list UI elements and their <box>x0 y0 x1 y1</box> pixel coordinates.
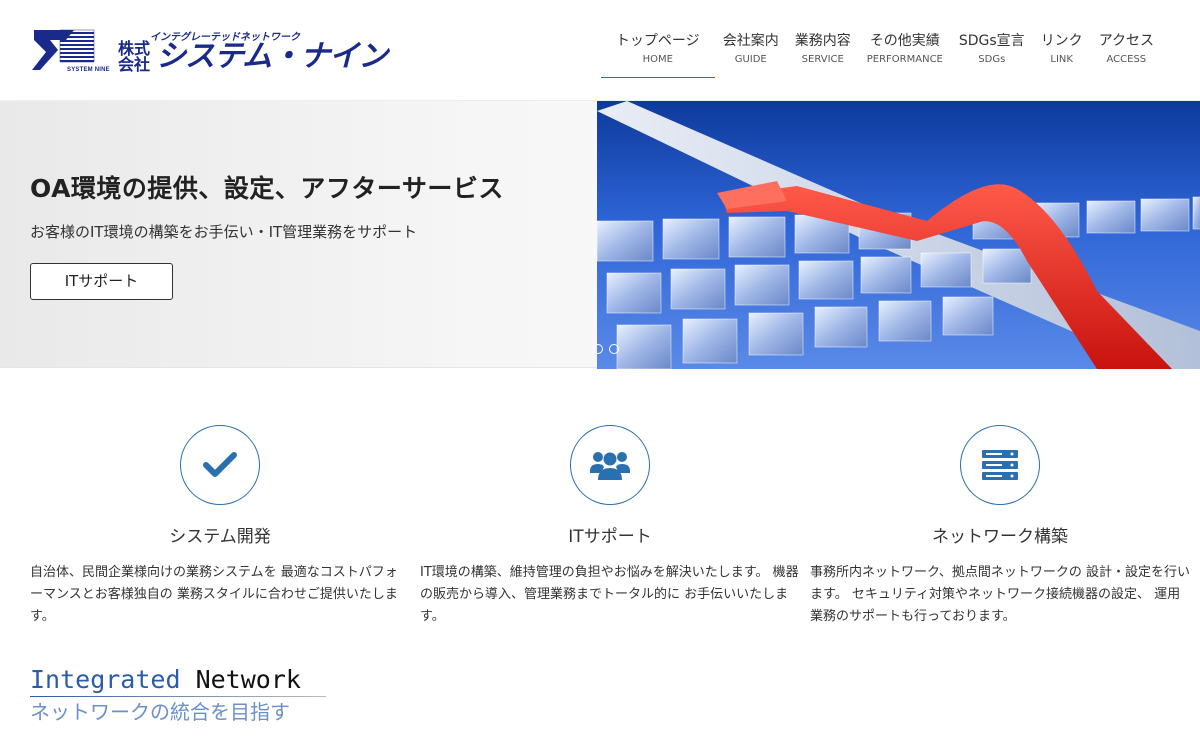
nav-item-sublabel: PERFORMANCE <box>866 54 943 65</box>
nav-item-guide[interactable]: 会社案内 GUIDE <box>715 32 787 78</box>
nav-item-access[interactable]: アクセス ACCESS <box>1091 32 1162 78</box>
nav-item-label: リンク <box>1040 33 1083 49</box>
nav-item-home[interactable]: トップページ HOME <box>600 32 715 78</box>
logo-kabushiki-kaisha: 株式会社 <box>118 39 151 74</box>
nav-item-label: 業務内容 <box>794 33 851 49</box>
nav-item-label: SDGs宣言 <box>958 33 1025 49</box>
nav-item-sublabel: SERVICE <box>801 54 844 65</box>
service-title: ITサポート <box>568 527 652 547</box>
slider-dot[interactable] <box>593 344 603 354</box>
nav-item-label: アクセス <box>1098 33 1154 49</box>
hero-network-arrow-illustration <box>597 101 1200 369</box>
service-title: ネットワーク構築 <box>932 527 1068 547</box>
service-description: 自治体、民間企業様向けの業務システムを 最適なコストパフォーマンスとお客様独自の… <box>30 565 398 624</box>
nav-item-sublabel: LINK <box>1050 54 1073 65</box>
nav-item-label: トップページ <box>615 33 700 49</box>
nav-item-sublabel: HOME <box>642 54 673 65</box>
service-description: 事務所内ネットワーク、拠点間ネットワークの 設計・設定を行います。 セキュリティ… <box>810 565 1190 624</box>
nav-item-link[interactable]: リンク LINK <box>1033 32 1091 78</box>
integrated-network-subtitle: ネットワークの統合を目指す <box>30 700 290 724</box>
nav-item-sdgs[interactable]: SDGs宣言 SDGs <box>951 32 1033 78</box>
hero-slider: OA環境の提供、設定、アフターサービス お客様のIT環境の構築をお手伝い・IT管… <box>0 100 1200 369</box>
site-header: SYSTEM NINE 株式会社 インテグレーテッドネットワーク システム・ナイ… <box>0 0 1200 100</box>
it-support-button[interactable]: ITサポート <box>30 263 173 300</box>
server-icon <box>982 450 1018 480</box>
hero-title: OA環境の提供、設定、アフターサービス <box>30 174 504 203</box>
service-description: IT環境の構築、維持管理の負担やお悩みを解決いたします。 機器の販売から導入、管… <box>420 565 799 624</box>
hero-image <box>597 101 1200 369</box>
logo-company-name: システム・ナイン <box>156 39 388 74</box>
service-title: システム開発 <box>169 527 271 547</box>
title-part-network: Network <box>195 665 301 694</box>
nav-item-sublabel: GUIDE <box>734 54 767 65</box>
heading-underline <box>30 696 326 697</box>
slider-dot[interactable] <box>609 344 619 354</box>
nav-item-sublabel: SDGs <box>978 54 1006 65</box>
service-card-it-support: ITサポート IT環境の構築、維持管理の負担やお悩みを解決いたします。 機器の販… <box>420 425 800 628</box>
title-part-integrated: Integrated <box>30 665 181 694</box>
nav-item-performance[interactable]: その他実績 PERFORMANCE <box>859 32 951 78</box>
nav-item-label: 会社案内 <box>722 33 779 49</box>
slider-dots <box>593 344 619 354</box>
users-icon <box>590 452 630 480</box>
nav-item-sublabel: ACCESS <box>1106 54 1147 65</box>
service-card-system-dev: システム開発 自治体、民間企業様向けの業務システムを 最適なコストパフォーマンス… <box>30 425 410 628</box>
main-nav: トップページ HOME 会社案内 GUIDE 業務内容 SERVICE その他実… <box>600 32 1162 78</box>
service-card-network: ネットワーク構築 事務所内ネットワーク、拠点間ネットワークの 設計・設定を行いま… <box>810 425 1190 628</box>
logo-mark-text: SYSTEM NINE <box>67 67 110 73</box>
nav-item-label: その他実績 <box>869 33 940 49</box>
integrated-network-heading: Integrated Network ネットワークの統合を目指す <box>30 664 326 725</box>
hero-subtitle: お客様のIT環境の構築をお手伝い・IT管理業務をサポート <box>30 223 418 241</box>
service-icon-circle[interactable] <box>570 425 650 505</box>
company-logo[interactable]: SYSTEM NINE 株式会社 インテグレーテッドネットワーク システム・ナイ… <box>30 24 388 80</box>
service-icon-circle[interactable] <box>180 425 260 505</box>
check-icon <box>203 452 237 477</box>
integrated-network-title: Integrated Network <box>30 664 326 696</box>
service-icon-circle[interactable] <box>960 425 1040 505</box>
nav-item-service[interactable]: 業務内容 SERVICE <box>787 32 859 78</box>
